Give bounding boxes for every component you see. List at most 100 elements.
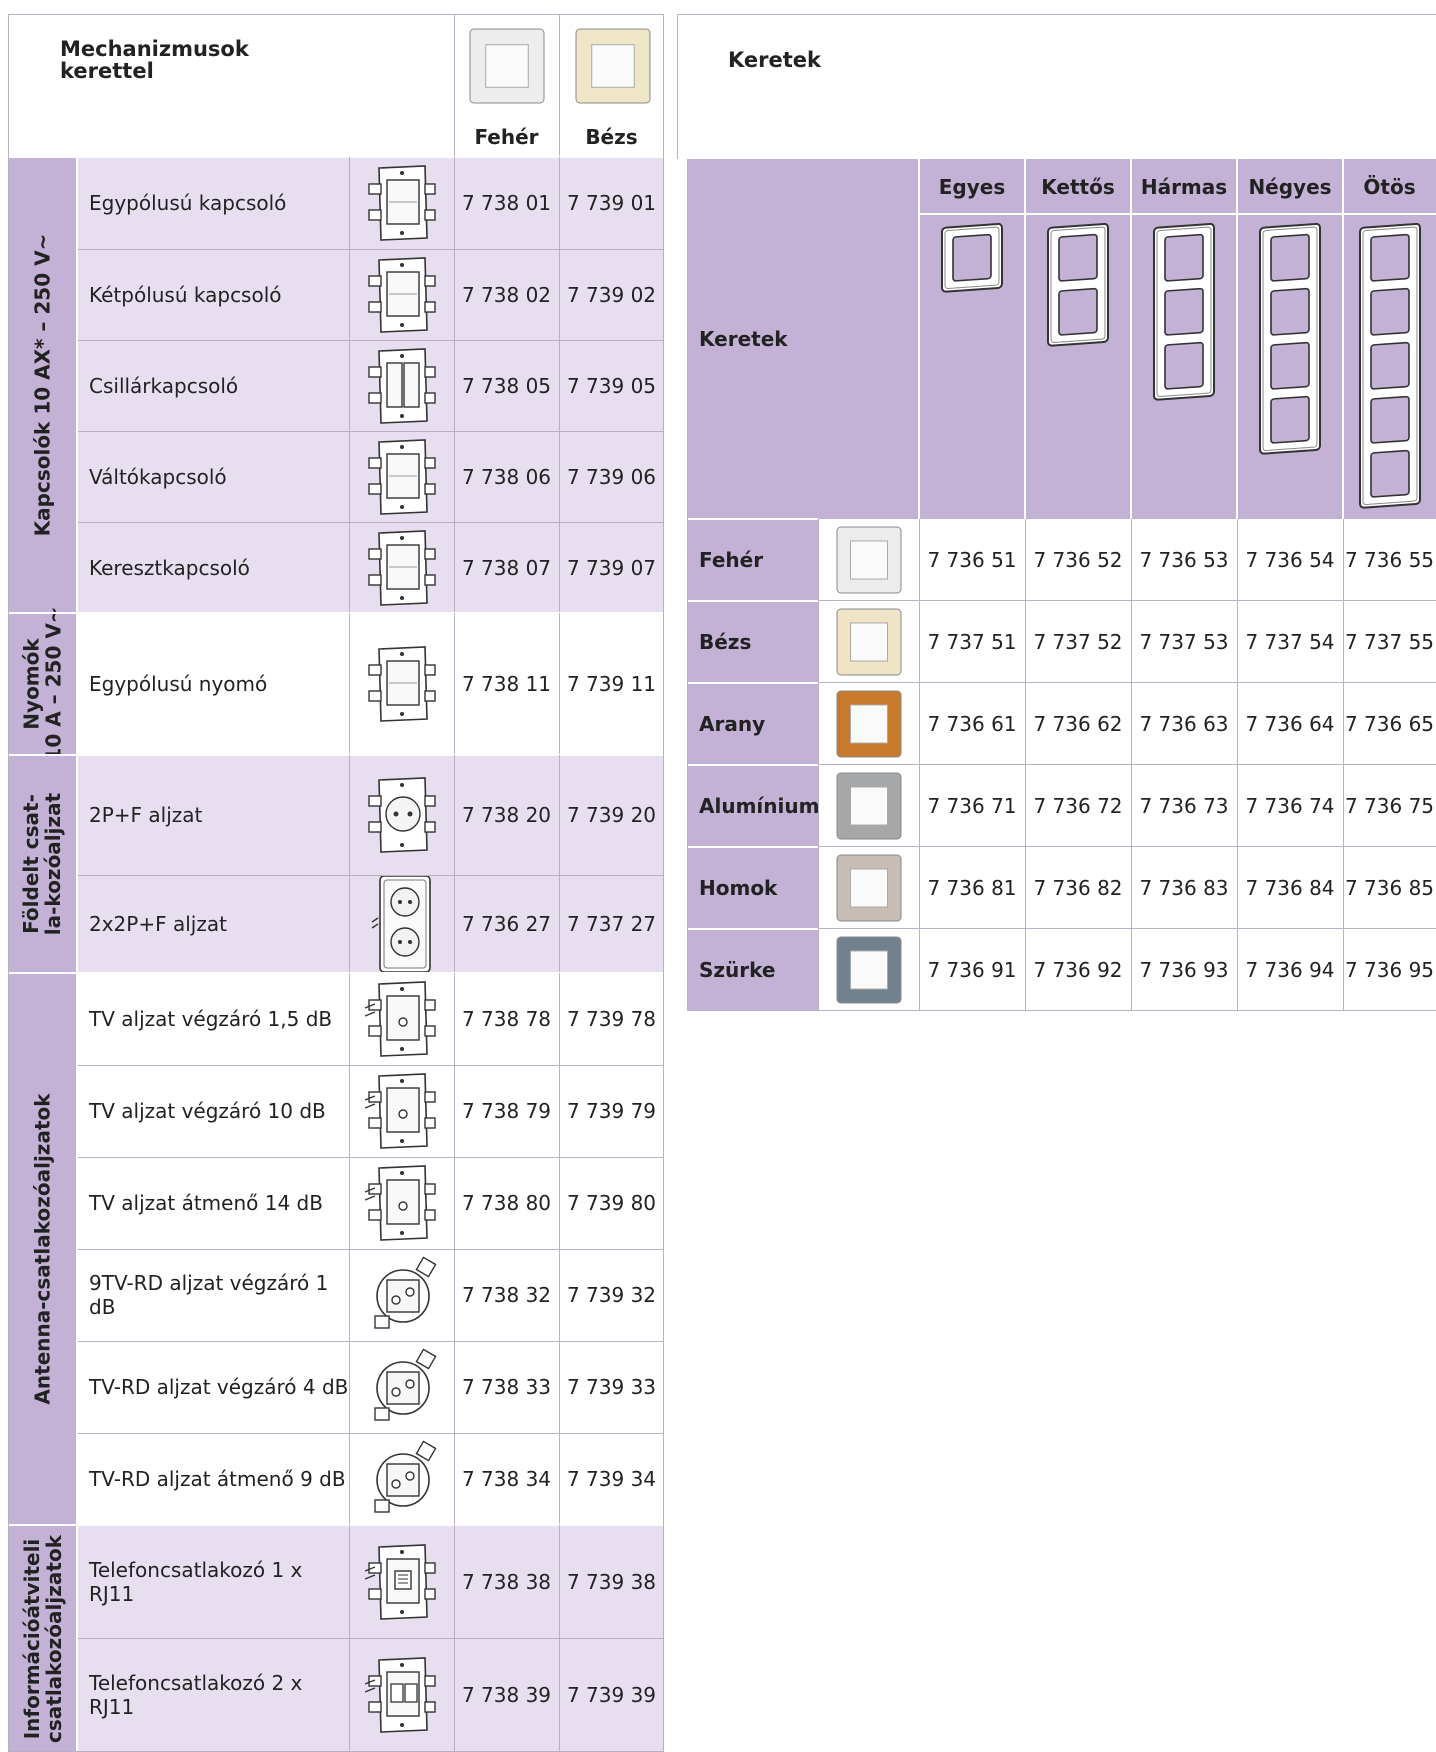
frame-type-header: Kettős xyxy=(1041,174,1115,199)
code-white: 7 738 32 xyxy=(454,1249,559,1341)
code-white: 7 738 38 xyxy=(454,1525,559,1638)
double-switch-mechanism-icon xyxy=(349,340,454,431)
frame-code: 7 736 82 xyxy=(1025,847,1131,929)
socket-mechanism-icon xyxy=(349,755,454,875)
frame-code: 7 736 53 xyxy=(1131,519,1237,601)
group-label: Kapcsolók 10 AX* – 250 V~ xyxy=(8,157,77,613)
tv-socket-icon xyxy=(349,1157,454,1249)
finish-swatch-icon xyxy=(818,847,919,929)
code-beige: 7 739 32 xyxy=(559,1249,664,1341)
product-name: TV aljzat végzáró 10 dB xyxy=(77,1065,349,1157)
code-beige: 7 739 33 xyxy=(559,1341,664,1433)
code-white: 7 738 05 xyxy=(454,340,559,431)
code-beige: 7 739 38 xyxy=(559,1525,664,1638)
frame-code: 7 736 81 xyxy=(919,847,1025,929)
frame-code: 7 736 92 xyxy=(1025,929,1131,1011)
code-white: 7 738 01 xyxy=(454,157,559,249)
code-beige: 7 739 78 xyxy=(559,973,664,1065)
frame-code: 7 736 95 xyxy=(1343,929,1436,1011)
frame-code: 7 736 72 xyxy=(1025,765,1131,847)
code-beige: 7 739 07 xyxy=(559,522,664,613)
code-white: 7 738 06 xyxy=(454,431,559,522)
product-name: 2x2P+F aljzat xyxy=(77,875,349,973)
frame-4-gang-icon xyxy=(1237,222,1343,517)
col-header-beige: Bézs xyxy=(585,125,638,149)
tv-rd-socket-icon xyxy=(349,1433,454,1525)
white-frame-swatch-icon xyxy=(467,26,547,106)
code-white: 7 738 78 xyxy=(454,973,559,1065)
frame-code: 7 736 55 xyxy=(1343,519,1436,601)
frame-code: 7 736 83 xyxy=(1131,847,1237,929)
finish-swatch-icon xyxy=(818,601,919,683)
frame-code: 7 737 54 xyxy=(1237,601,1343,683)
tv-socket-icon xyxy=(349,973,454,1065)
product-name: Egypólusú nyomó xyxy=(77,613,349,755)
code-beige: 7 739 34 xyxy=(559,1433,664,1525)
tv-socket-icon xyxy=(349,1065,454,1157)
code-beige: 7 739 02 xyxy=(559,249,664,340)
finish-name: Homok xyxy=(687,847,818,929)
frame-code: 7 736 51 xyxy=(919,519,1025,601)
switch-mechanism-icon xyxy=(349,249,454,340)
col-header-white: Fehér xyxy=(474,125,539,149)
frame-5-gang-icon xyxy=(1343,222,1436,517)
finish-name: Alumínium xyxy=(687,765,819,847)
product-name: TV aljzat végzáró 1,5 dB xyxy=(77,973,349,1065)
finish-swatch-icon xyxy=(818,929,919,1011)
finish-swatch-icon xyxy=(818,765,919,847)
frame-code: 7 736 52 xyxy=(1025,519,1131,601)
code-white: 7 738 20 xyxy=(454,755,559,875)
frames-title: Keretek xyxy=(728,48,821,72)
double-socket-icon xyxy=(349,875,454,973)
frame-code: 7 736 63 xyxy=(1131,683,1237,765)
double-rj11-socket-icon xyxy=(349,1638,454,1752)
code-beige: 7 739 39 xyxy=(559,1638,664,1752)
finish-swatch-icon xyxy=(818,683,919,765)
finish-name: Bézs xyxy=(687,601,818,683)
frame-code: 7 736 54 xyxy=(1237,519,1343,601)
code-beige: 7 739 06 xyxy=(559,431,664,522)
frame-code: 7 736 65 xyxy=(1343,683,1436,765)
frame-code: 7 736 74 xyxy=(1237,765,1343,847)
code-white: 7 738 34 xyxy=(454,1433,559,1525)
code-beige: 7 739 05 xyxy=(559,340,664,431)
product-name: Váltókapcsoló xyxy=(77,431,349,522)
product-name: TV aljzat átmenő 14 dB xyxy=(77,1157,349,1249)
frame-code: 7 736 61 xyxy=(919,683,1025,765)
frame-code: 7 736 93 xyxy=(1131,929,1237,1011)
code-white: 7 738 11 xyxy=(454,613,559,755)
switch-mechanism-icon xyxy=(349,157,454,249)
group-label-text: Információátviteli csatlakozóaljzatok xyxy=(19,1534,66,1743)
group-label-text: Nyomók 10 A – 250 V~ xyxy=(19,606,66,762)
frame-code: 7 737 51 xyxy=(919,601,1025,683)
finish-name: Fehér xyxy=(687,519,818,601)
frame-code: 7 737 52 xyxy=(1025,601,1131,683)
product-name: TV-RD aljzat átmenő 9 dB xyxy=(77,1433,349,1525)
frame-code: 7 736 85 xyxy=(1343,847,1436,929)
group-label: Nyomók 10 A – 250 V~ xyxy=(8,606,77,762)
product-name: Keresztkapcsoló xyxy=(77,522,349,613)
group-label: Információátviteli csatlakozóaljzatok xyxy=(8,1525,77,1752)
code-beige: 7 739 11 xyxy=(559,613,664,755)
code-beige: 7 739 20 xyxy=(559,755,664,875)
frame-1-gang-icon xyxy=(919,222,1025,517)
product-name: 9TV-RD aljzat végzáró 1 dB xyxy=(77,1249,349,1341)
frame-code: 7 736 62 xyxy=(1025,683,1131,765)
mechanisms-title: Mechanizmusok kerettel xyxy=(60,37,249,83)
row-header-label: Keretek xyxy=(699,327,788,351)
group-label: Antenna-csatlakozóaljzatok xyxy=(8,973,77,1525)
switch-mechanism-icon xyxy=(349,431,454,522)
frame-code: 7 737 53 xyxy=(1131,601,1237,683)
frame-code: 7 737 55 xyxy=(1343,601,1436,683)
frame-3-gang-icon xyxy=(1131,222,1237,517)
frame-code: 7 736 75 xyxy=(1343,765,1436,847)
product-name: Egypólusú kapcsoló xyxy=(77,157,349,249)
product-name: TV-RD aljzat végzáró 4 dB xyxy=(77,1341,349,1433)
code-white: 7 738 39 xyxy=(454,1638,559,1752)
pushbutton-mechanism-icon xyxy=(349,613,454,755)
frame-code: 7 736 94 xyxy=(1237,929,1343,1011)
code-white: 7 738 79 xyxy=(454,1065,559,1157)
switch-mechanism-icon xyxy=(349,522,454,613)
frame-code: 7 736 73 xyxy=(1131,765,1237,847)
group-label: Földelt csat- la-kozóaljzat xyxy=(8,755,77,973)
